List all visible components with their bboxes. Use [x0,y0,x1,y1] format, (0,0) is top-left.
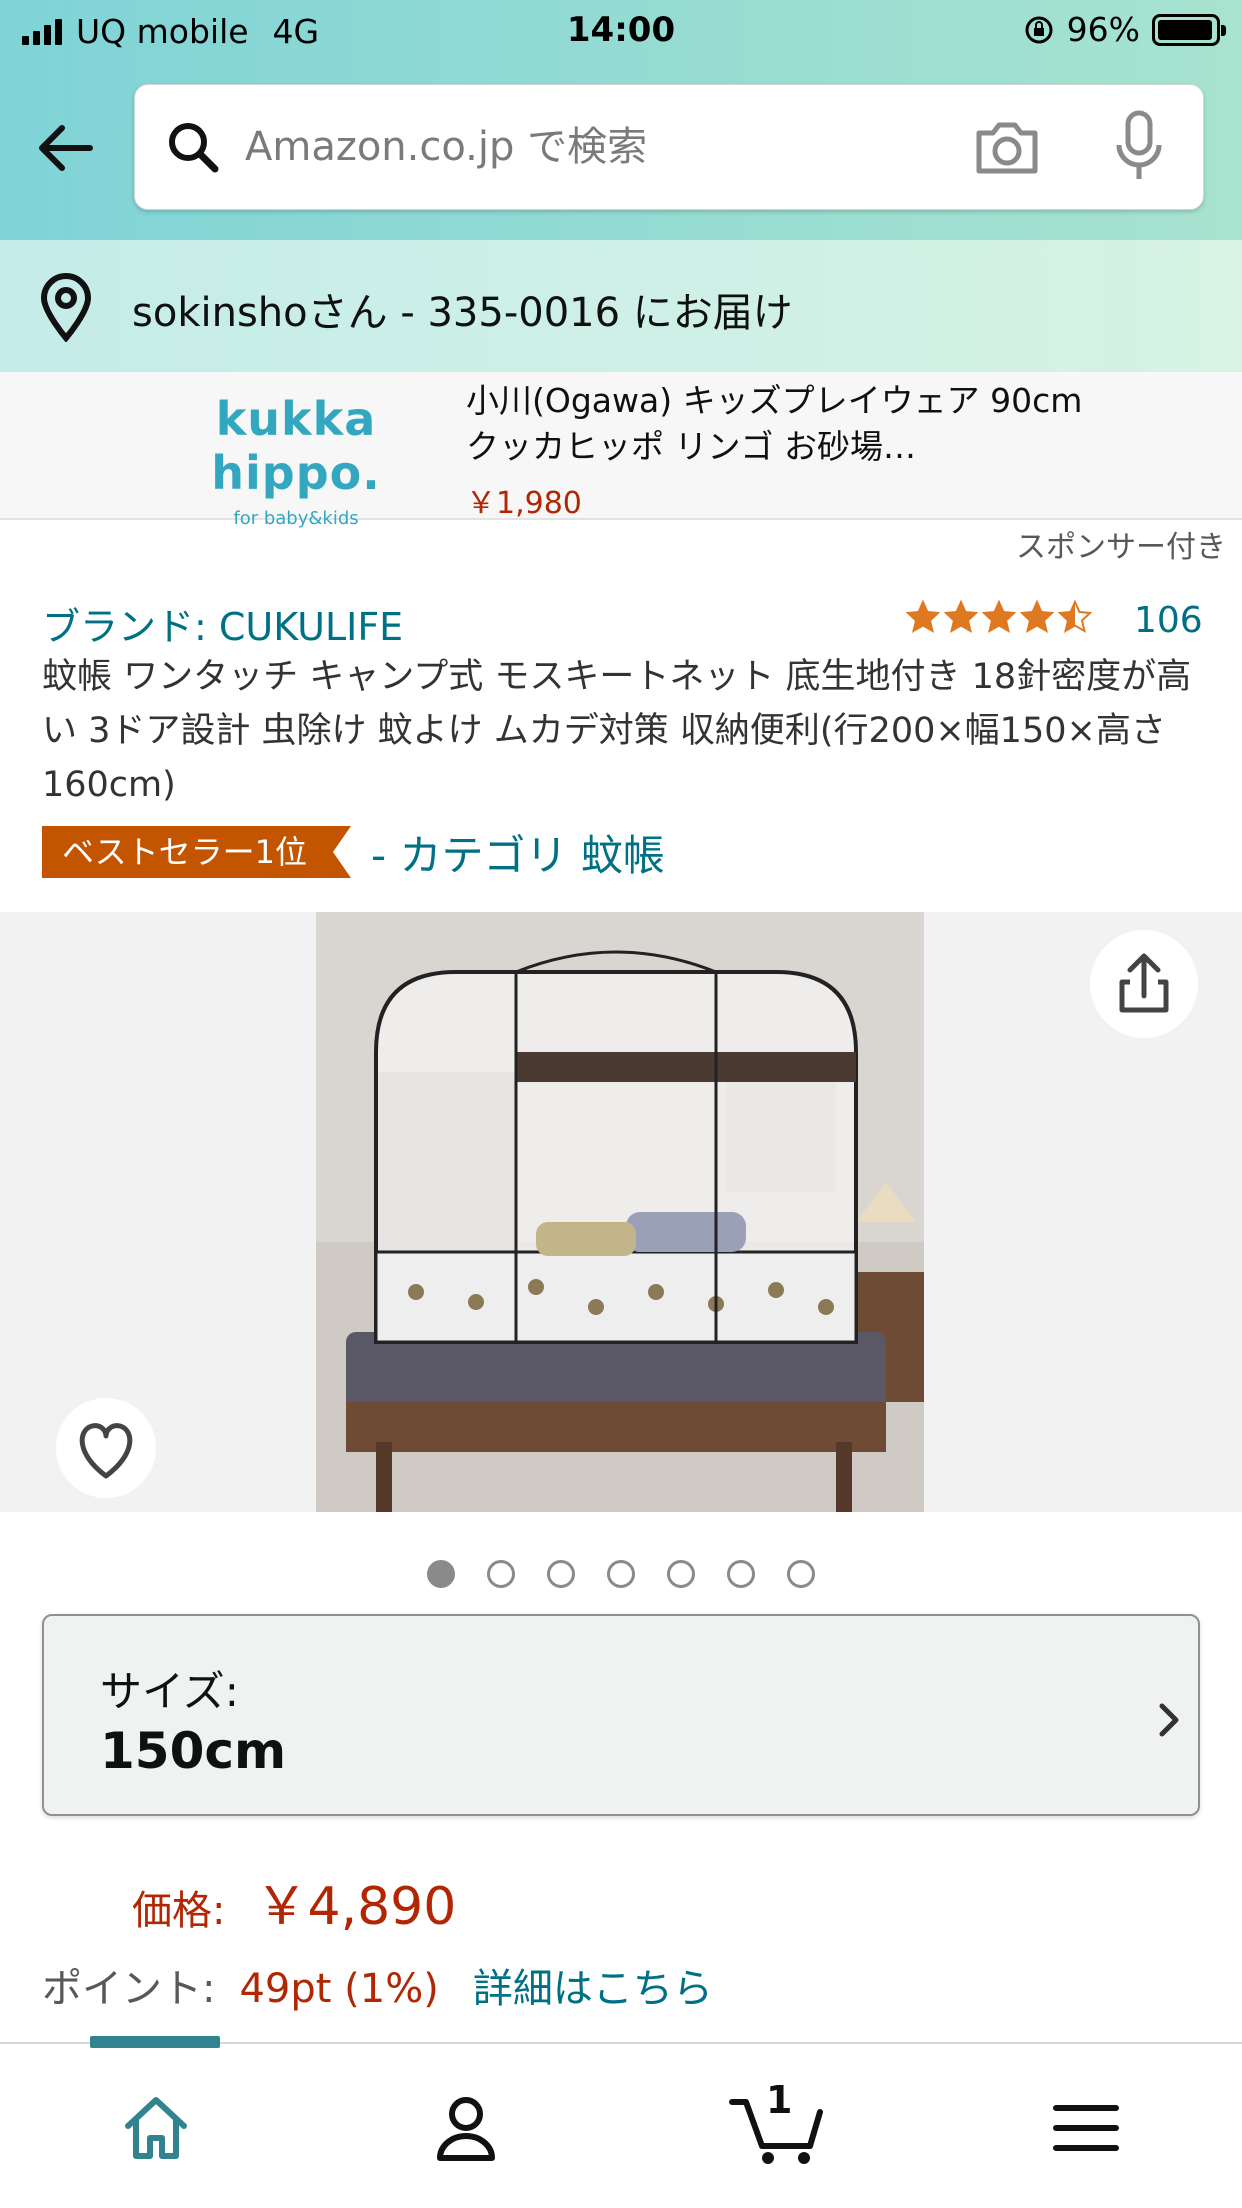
battery-icon [1152,13,1226,46]
brand-link[interactable]: ブランド: CUKULIFE [42,596,403,651]
search-bar[interactable] [134,84,1204,210]
product-gallery[interactable] [0,912,1242,1512]
nav-active-indicator [90,2036,220,2048]
share-button[interactable] [1090,930,1198,1038]
star-icon [906,600,940,634]
back-arrow-icon[interactable] [30,112,102,184]
points-details-link[interactable]: 詳細はこちら [473,1956,713,2014]
star-rating[interactable] [906,600,1092,634]
gallery-dot[interactable] [727,1560,755,1588]
product-image[interactable] [316,912,924,1512]
mic-icon[interactable] [1111,109,1167,185]
gallery-dot[interactable] [667,1560,695,1588]
bottom-nav: 1 [0,2036,1242,2208]
cart-count: 1 [766,2078,793,2122]
heart-icon [79,1423,133,1479]
category-link[interactable]: - カテゴリ 蚊帳 [371,822,665,883]
chevron-right-icon [1159,1703,1179,1737]
gallery-dot[interactable] [607,1560,635,1588]
bestseller-badge: ベストセラー1位 [42,826,351,878]
menu-icon[interactable] [1046,2088,1126,2168]
gallery-dot[interactable] [547,1560,575,1588]
price-label: 価格: [132,1888,226,1934]
gallery-dot[interactable] [427,1560,455,1588]
sponsored-label: スポンサー付き [1016,530,1226,565]
status-right: 96% [1023,10,1226,49]
star-icon [1020,600,1054,634]
points-row: ポイント: 49pt (1%) 詳細はこちら [42,1956,713,2014]
star-icon [982,600,1016,634]
search-icon [169,123,219,173]
points-value: 49pt (1%) [239,1966,439,2012]
ad-product-title[interactable]: 小川(Ogawa) キッズプレイウェア 90cm クッカヒッポ リンゴ お砂場… [466,378,1086,470]
sponsored-ad[interactable]: kukka hippo. for baby&kids 小川(Ogawa) キッズ… [0,372,1242,529]
camera-icon[interactable] [971,115,1043,179]
cart-button[interactable]: 1 [728,2078,828,2168]
points-label: ポイント: [42,1966,216,2012]
ad-brand-logo: kukka hippo. for baby&kids [211,392,381,529]
gallery-dot[interactable] [487,1560,515,1588]
bestseller-row: ベストセラー1位 - カテゴリ 蚊帳 [42,826,665,880]
ad-price: ￥1,980 [466,486,582,521]
star-icon [944,600,978,634]
size-value: 150cm [100,1722,287,1780]
size-label: サイズ: [100,1667,239,1716]
price-value: ￥4,890 [255,1877,457,1937]
rotation-lock-icon [1025,16,1053,43]
rating-count[interactable]: 106 [1134,600,1203,641]
delivery-address-bar[interactable]: sokinshoさん - 335-0016 にお届け [0,240,1242,372]
delivery-address-text: sokinshoさん - 335-0016 にお届け [132,290,793,336]
header: UQ mobile 4G 14:00 96% [0,0,1242,240]
gallery-dot[interactable] [787,1560,815,1588]
product-title: 蚊帳 ワンタッチ キャンプ式 モスキートネット 底生地付き 18針密度が高い 3… [42,657,1192,805]
search-input[interactable] [245,111,865,183]
home-icon[interactable] [116,2088,196,2168]
status-bar: UQ mobile 4G 14:00 96% [0,0,1242,64]
size-selector[interactable]: サイズ: 150cm [42,1614,1200,1816]
price-row: 価格: ￥4,890 [132,1864,456,1939]
star-icon [1058,600,1092,634]
account-icon[interactable] [426,2088,506,2168]
share-icon [1119,953,1169,1013]
gallery-pagination[interactable] [0,1560,1242,1588]
location-pin-icon [40,273,92,342]
battery-percent: 96% [1066,10,1140,49]
wishlist-button[interactable] [56,1398,156,1498]
